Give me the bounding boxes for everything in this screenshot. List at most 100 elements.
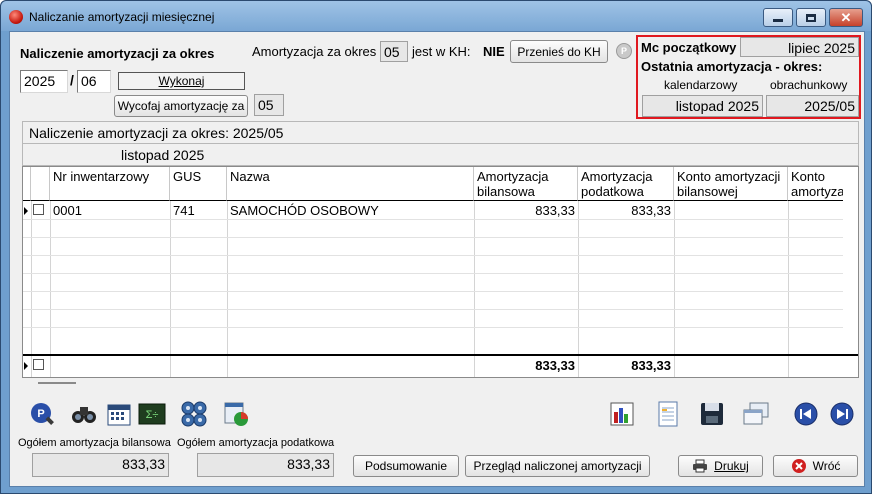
print-button[interactable]: Drukuj — [678, 455, 763, 477]
tax-total-field: 833,33 — [197, 453, 334, 477]
transfer-kh-button[interactable]: Przenieś do KH — [510, 40, 608, 63]
calendar-column-label: kalendarzowy — [664, 78, 738, 92]
grid-line — [23, 237, 843, 238]
column-header-tax[interactable]: Amortyzacja podatkowa — [578, 167, 674, 201]
close-icon: ✕ — [840, 9, 852, 25]
row-tax[interactable]: 833,33 — [578, 203, 671, 218]
printer-icon — [693, 459, 708, 473]
row-checkbox[interactable] — [33, 204, 44, 215]
info-badge-icon: P — [616, 43, 632, 59]
grid-line — [31, 201, 32, 377]
year-input[interactable]: 2025 — [20, 70, 68, 93]
column-header-balance[interactable]: Amortyzacja bilansowa — [474, 167, 578, 201]
period-band: Naliczenie amortyzacji za okres: 2025/05 — [22, 121, 859, 144]
grid-line — [788, 356, 789, 374]
column-header-inventory[interactable]: Nr inwentarzowy — [50, 167, 170, 201]
first-record-icon[interactable] — [792, 400, 820, 428]
row-name[interactable]: SAMOCHÓD OSOBOWY — [230, 203, 379, 218]
binoculars-icon[interactable] — [70, 400, 98, 428]
grid-line — [474, 201, 475, 377]
back-button[interactable]: Wróć — [773, 455, 858, 477]
month-band: listopad 2025 — [22, 144, 859, 166]
balance-total-caption: Ogółem amortyzacja bilansowa — [18, 437, 171, 449]
totals-checkbox[interactable] — [33, 359, 44, 370]
month-input[interactable]: 06 — [77, 70, 111, 93]
row-gus[interactable]: 741 — [173, 203, 195, 218]
grid-line — [50, 356, 51, 374]
last-depreciation-label: Ostatnia amortyzacja - okres: — [641, 59, 823, 74]
column-header-name[interactable]: Nazwa — [227, 167, 474, 201]
horizontal-scrollbar-thumb[interactable] — [38, 382, 76, 384]
kh-period-field: 05 — [380, 41, 408, 62]
calendar-icon[interactable] — [105, 400, 133, 428]
tax-total-caption: Ogółem amortyzacja podatkowa — [177, 437, 335, 449]
grid-line — [227, 201, 228, 377]
maximize-icon — [806, 13, 816, 22]
totals-balance: 833,33 — [535, 358, 575, 373]
maximize-button[interactable] — [796, 8, 826, 27]
spreadsheet-icon[interactable] — [654, 400, 682, 428]
summary-button[interactable]: Podsumowanie — [353, 455, 459, 477]
last-calendar-value: listopad 2025 — [642, 95, 763, 117]
grid-line — [170, 356, 171, 374]
column-header-gus[interactable]: GUS — [170, 167, 227, 201]
kh-label-suffix: jest w KH: — [412, 44, 471, 59]
grid-line — [23, 327, 843, 328]
search-doc-icon[interactable]: P — [28, 400, 56, 428]
totals-row-icon — [24, 362, 28, 370]
window: Naliczanie amortyzacji miesięcznej ✕ Nal… — [0, 0, 872, 494]
last-fiscal-value: 2025/05 — [766, 95, 859, 117]
save-icon[interactable] — [698, 400, 726, 428]
row-balance[interactable]: 833,33 — [474, 203, 575, 218]
period-separator: / — [70, 72, 74, 88]
grid-line — [23, 273, 843, 274]
grid-line — [23, 291, 843, 292]
row-indicator-header — [23, 167, 31, 201]
row-inventory[interactable]: 0001 — [53, 203, 82, 218]
column-header-account-balance[interactable]: Konto amortyzacji bilansowej — [674, 167, 788, 201]
windows-icon[interactable] — [742, 400, 770, 428]
balance-total-field: 833,33 — [32, 453, 169, 477]
info-badge-label: P — [620, 46, 627, 56]
undo-period-field: 05 — [254, 94, 284, 116]
svg-text:Σ÷: Σ÷ — [146, 409, 159, 421]
calculator-icon[interactable]: Σ÷ — [138, 400, 166, 428]
close-button[interactable]: ✕ — [829, 8, 863, 27]
grid-line — [31, 356, 32, 374]
grid-line — [23, 219, 843, 220]
pie-report-icon[interactable] — [222, 400, 250, 428]
grid-line — [578, 201, 579, 377]
grid-line — [227, 356, 228, 374]
totals-separator — [23, 354, 858, 356]
kh-status: NIE — [483, 44, 505, 59]
grid-line — [788, 201, 789, 377]
grid-line — [23, 309, 843, 310]
review-depreciation-button[interactable]: Przegląd naliczonej amortyzacji — [465, 455, 650, 477]
last-record-icon[interactable] — [828, 400, 856, 428]
grid-line — [674, 201, 675, 377]
minimize-button[interactable] — [763, 8, 793, 27]
current-row-icon — [24, 207, 28, 215]
grid-line — [170, 201, 171, 377]
gears-icon[interactable] — [180, 400, 208, 428]
page-title: Naliczenie amortyzacji za okres — [20, 46, 215, 61]
totals-tax: 833,33 — [631, 358, 671, 373]
bar-chart-icon[interactable] — [608, 400, 636, 428]
start-month-value: lipiec 2025 — [740, 37, 859, 57]
fiscal-column-label: obrachunkowy — [770, 78, 848, 92]
grid-line — [674, 356, 675, 374]
undo-button[interactable]: Wycofaj amortyzację za — [114, 95, 248, 117]
back-button-label: Wróć — [812, 459, 841, 473]
print-button-label: Drukuj — [714, 459, 749, 473]
run-button[interactable]: Wykonaj — [118, 72, 245, 90]
checkbox-column-header — [31, 167, 50, 201]
title-bar: Naliczanie amortyzacji miesięcznej ✕ — [1, 1, 871, 31]
column-header-account-tax[interactable]: Konto amortyza — [788, 167, 843, 201]
grid-line — [50, 201, 51, 377]
grid-line — [23, 255, 843, 256]
app-icon — [9, 10, 23, 24]
depreciation-table: Nr inwentarzowy GUS Nazwa Amortyzacja bi… — [22, 166, 859, 378]
svg-text:P: P — [37, 408, 44, 420]
kh-label: Amortyzacja za okres — [252, 44, 377, 59]
window-title: Naliczanie amortyzacji miesięcznej — [29, 10, 215, 24]
